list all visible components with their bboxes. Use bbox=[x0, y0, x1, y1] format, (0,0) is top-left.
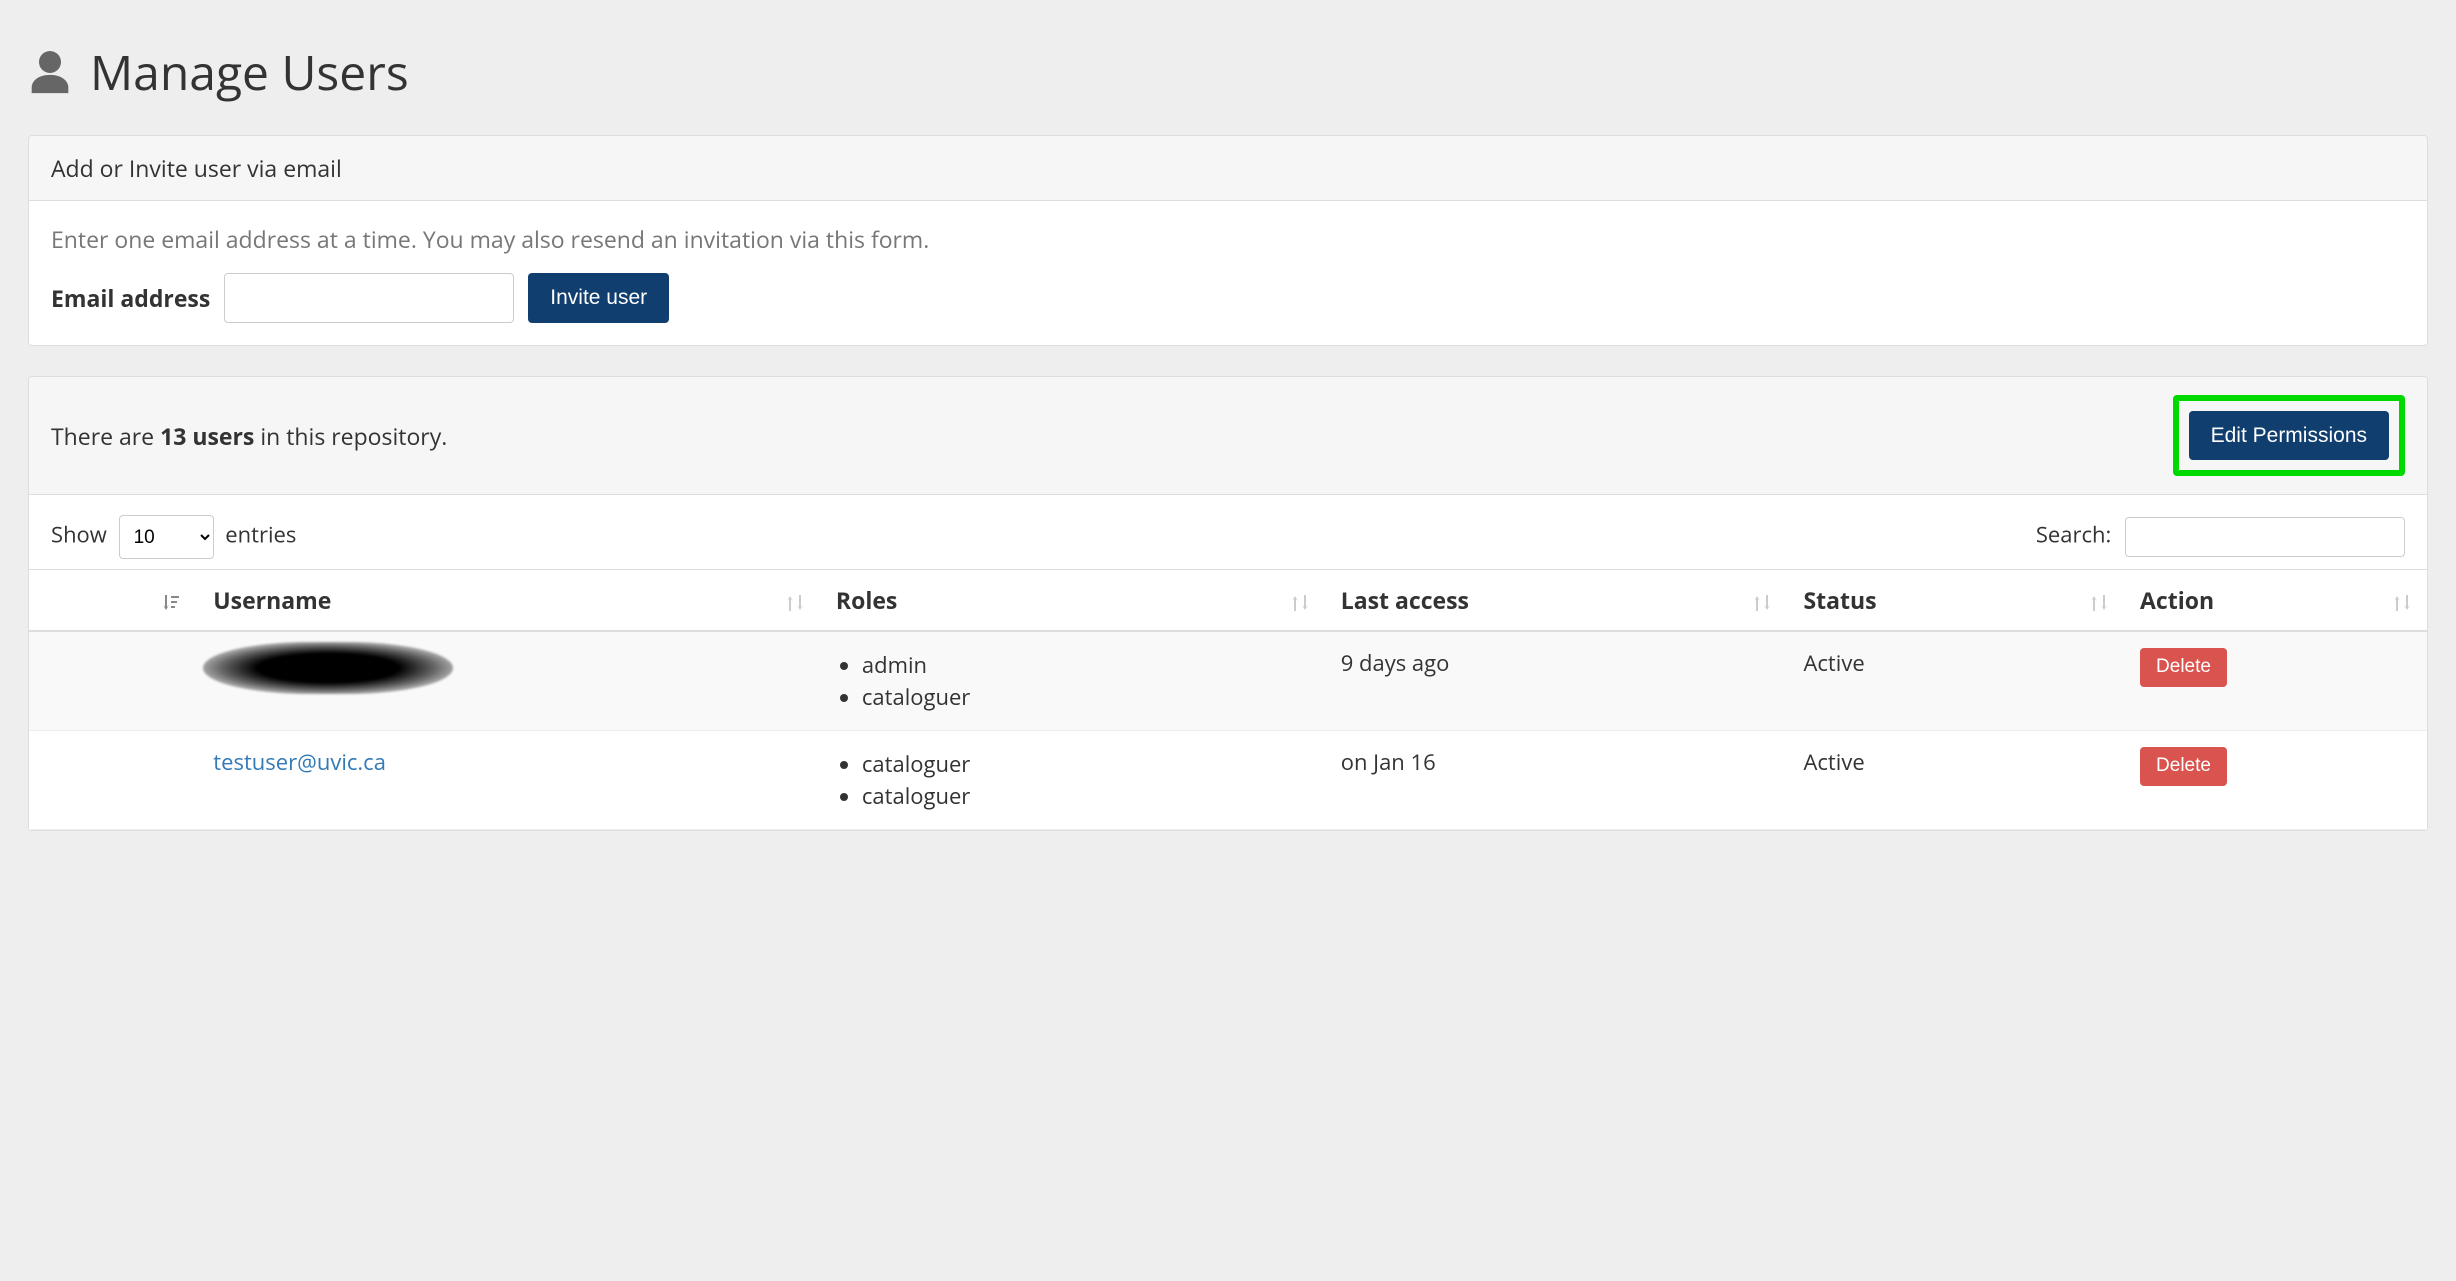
page-title-bar: Manage Users bbox=[28, 40, 2428, 105]
row-blank bbox=[29, 631, 197, 731]
col-action-label: Action bbox=[2140, 584, 2214, 616]
users-table: Username Roles Last access bbox=[29, 569, 2427, 830]
username-link[interactable]: testuser@uvic.ca bbox=[213, 747, 386, 777]
row-last-access: on Jan 16 bbox=[1325, 731, 1788, 830]
row-username: testuser@uvic.ca bbox=[197, 731, 820, 830]
col-status-header[interactable]: Status bbox=[1787, 570, 2124, 632]
email-label: Email address bbox=[51, 282, 210, 314]
role-item: cataloguer bbox=[862, 781, 1309, 811]
redacted-username bbox=[213, 648, 413, 684]
row-action: Delete bbox=[2124, 631, 2427, 731]
col-blank-header[interactable] bbox=[29, 570, 197, 632]
col-roles-header[interactable]: Roles bbox=[820, 570, 1325, 632]
search-control: Search: bbox=[2036, 517, 2405, 557]
delete-button[interactable]: Delete bbox=[2140, 648, 2227, 687]
table-row: testuser@uvic.cacataloguercatalogueron J… bbox=[29, 731, 2427, 830]
search-input[interactable] bbox=[2125, 517, 2405, 557]
row-action: Delete bbox=[2124, 731, 2427, 830]
sort-icon bbox=[1753, 584, 1771, 616]
show-label: Show bbox=[51, 520, 107, 550]
sort-icon bbox=[1291, 584, 1309, 616]
page-size-select[interactable]: 10 bbox=[119, 515, 214, 559]
role-item: admin bbox=[862, 650, 1309, 680]
invite-panel-heading: Add or Invite user via email bbox=[29, 136, 2427, 201]
user-count-text: There are 13 users in this repository. bbox=[51, 420, 447, 452]
users-tbody: admincataloguer9 days agoActiveDeletetes… bbox=[29, 631, 2427, 830]
col-username-label: Username bbox=[213, 584, 331, 616]
table-row: admincataloguer9 days agoActiveDelete bbox=[29, 631, 2427, 731]
role-item: cataloguer bbox=[862, 682, 1309, 712]
col-action-header[interactable]: Action bbox=[2124, 570, 2427, 632]
edit-permissions-highlight: Edit Permissions bbox=[2173, 395, 2405, 476]
user-icon bbox=[28, 49, 72, 97]
sort-icon bbox=[2393, 584, 2411, 616]
invite-panel: Add or Invite user via email Enter one e… bbox=[28, 135, 2428, 346]
row-blank bbox=[29, 731, 197, 830]
invite-help-text: Enter one email address at a time. You m… bbox=[51, 223, 2405, 255]
col-lastaccess-label: Last access bbox=[1341, 584, 1469, 616]
count-suffix: in this repository. bbox=[254, 420, 447, 452]
row-roles: cataloguercataloguer bbox=[820, 731, 1325, 830]
col-status-label: Status bbox=[1803, 584, 1876, 616]
col-roles-label: Roles bbox=[836, 584, 897, 616]
row-status: Active bbox=[1787, 731, 2124, 830]
row-status: Active bbox=[1787, 631, 2124, 731]
users-panel: There are 13 users in this repository. E… bbox=[28, 376, 2428, 831]
col-lastaccess-header[interactable]: Last access bbox=[1325, 570, 1788, 632]
invite-user-button[interactable]: Invite user bbox=[528, 273, 669, 322]
search-label: Search: bbox=[2036, 520, 2111, 550]
row-roles: admincataloguer bbox=[820, 631, 1325, 731]
sort-icon bbox=[2090, 584, 2108, 616]
email-field[interactable] bbox=[224, 273, 514, 323]
row-username bbox=[197, 631, 820, 731]
delete-button[interactable]: Delete bbox=[2140, 747, 2227, 786]
sort-icon bbox=[161, 584, 181, 616]
edit-permissions-button[interactable]: Edit Permissions bbox=[2189, 411, 2389, 460]
sort-icon bbox=[786, 584, 804, 616]
col-username-header[interactable]: Username bbox=[197, 570, 820, 632]
row-last-access: 9 days ago bbox=[1325, 631, 1788, 731]
page-title: Manage Users bbox=[90, 40, 409, 105]
length-control: Show 10 entries bbox=[51, 515, 296, 559]
entries-label: entries bbox=[225, 520, 296, 550]
count-prefix: There are bbox=[51, 420, 160, 452]
role-item: cataloguer bbox=[862, 749, 1309, 779]
count-bold: 13 users bbox=[160, 420, 254, 452]
